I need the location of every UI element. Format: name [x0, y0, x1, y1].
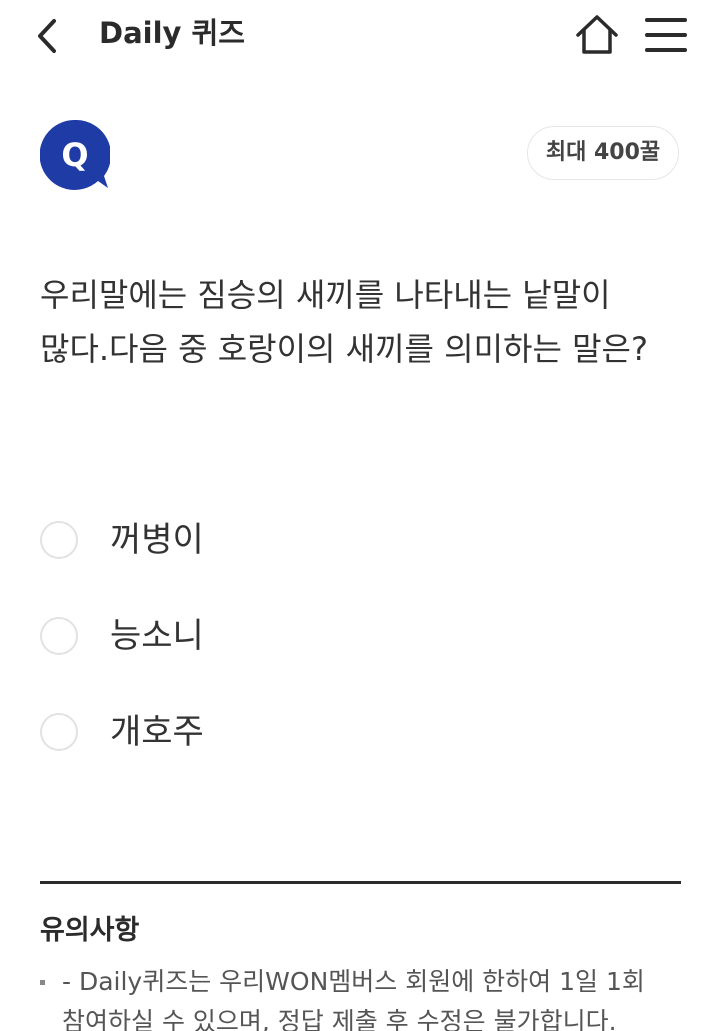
- section-divider: [40, 881, 681, 884]
- question-badge: Q: [39, 119, 112, 190]
- home-button[interactable]: [574, 13, 620, 57]
- notice-title: 유의사항: [40, 915, 140, 946]
- radio-button[interactable]: [40, 521, 78, 559]
- notice-item-text: - Daily퀴즈는 우리WON멤버스 회원에 한하여 1일 1회 참여하실 수…: [62, 967, 645, 1031]
- back-button[interactable]: [30, 14, 70, 58]
- daily-quiz-page: Daily 퀴즈 Q 최대 400꿀 우리말에는 짐승의 새끼를 나타내는 낱말…: [0, 0, 719, 1031]
- top-app-bar: Daily 퀴즈: [0, 0, 719, 70]
- hamburger-menu-icon: [645, 18, 687, 52]
- answer-option-label: 능소니: [110, 616, 204, 656]
- radio-button[interactable]: [40, 617, 78, 655]
- answer-option-label: 꺼병이: [110, 520, 204, 560]
- bullet-icon: [40, 980, 45, 985]
- home-icon: [576, 15, 618, 54]
- answer-option-3[interactable]: 개호주: [40, 704, 680, 764]
- answer-option-2[interactable]: 능소니: [40, 608, 680, 668]
- question-badge-letter: Q: [61, 136, 89, 174]
- radio-button[interactable]: [40, 713, 78, 751]
- answer-option-label: 개호주: [110, 712, 204, 752]
- chevron-left-icon: [38, 19, 56, 53]
- menu-button[interactable]: [642, 14, 690, 56]
- answer-option-1[interactable]: 꺼병이: [40, 512, 680, 572]
- max-points-badge: 최대 400꿀: [527, 126, 679, 180]
- question-text: 우리말에는 짐승의 새끼를 나타내는 낱말이 많다.다음 중 호랑이의 새끼를 …: [40, 276, 648, 368]
- page-title: Daily 퀴즈: [99, 16, 245, 50]
